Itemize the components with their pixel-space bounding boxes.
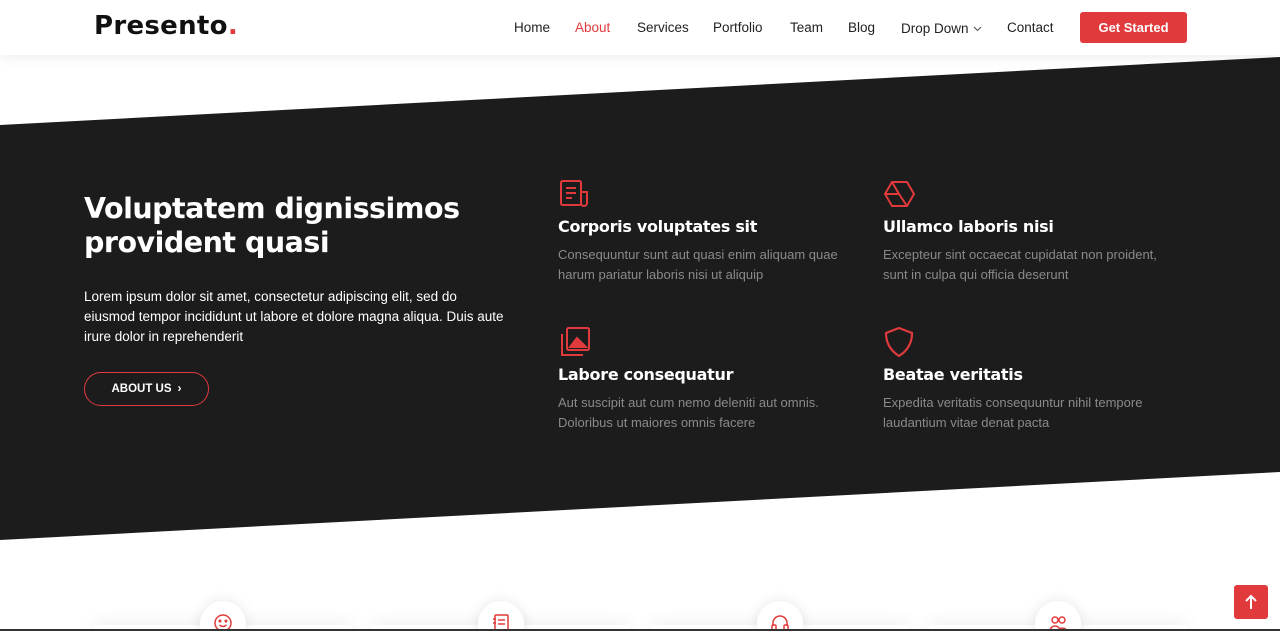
nav-services[interactable]: Services	[637, 20, 689, 35]
nav-dropdown[interactable]: Drop Down	[901, 20, 982, 36]
nav-portfolio[interactable]: Portfolio	[713, 20, 763, 35]
nav-blog[interactable]: Blog	[848, 20, 875, 35]
receipt-icon	[558, 178, 592, 212]
about-us-button[interactable]: ABOUT US ›	[84, 372, 209, 406]
nav-dropdown-label: Drop Down	[901, 21, 969, 36]
about-text: Lorem ipsum dolor sit amet, consectetur …	[84, 289, 504, 344]
feature-title: Corporis voluptates sit	[558, 217, 758, 236]
feature-text: Excepteur sint occaecat cupidatat non pr…	[883, 247, 1157, 282]
images-icon	[558, 326, 592, 360]
about-us-label: ABOUT US	[111, 383, 172, 395]
logo-text: Presento	[94, 11, 228, 41]
back-to-top-button[interactable]	[1234, 585, 1268, 619]
site-header: Presento. Home About Services Portfolio …	[0, 0, 1280, 55]
feature-title: Ullamco laboris nisi	[883, 217, 1054, 236]
feature-title: Labore consequatur	[558, 365, 734, 384]
nav-home[interactable]: Home	[514, 20, 550, 35]
chevron-down-icon	[973, 20, 982, 35]
nav-about[interactable]: About	[575, 20, 610, 35]
cube-icon	[883, 178, 917, 212]
chevron-right-icon: ›	[177, 381, 182, 395]
about-title: Voluptatem dignissimos provident quasi	[84, 192, 460, 259]
shield-icon	[883, 326, 917, 360]
nav-team[interactable]: Team	[790, 20, 823, 35]
feature-title: Beatae veritatis	[883, 365, 1023, 384]
get-started-button[interactable]: Get Started	[1080, 12, 1187, 43]
feature-text: Aut suscipit aut cum nemo deleniti aut o…	[558, 395, 819, 430]
logo-dot: .	[227, 11, 239, 41]
feature-text: Expedita veritatis consequuntur nihil te…	[883, 395, 1143, 430]
nav-contact[interactable]: Contact	[1007, 20, 1054, 35]
logo[interactable]: Presento.	[94, 11, 238, 41]
feature-text: Consequuntur sunt aut quasi enim aliquam…	[558, 247, 838, 282]
